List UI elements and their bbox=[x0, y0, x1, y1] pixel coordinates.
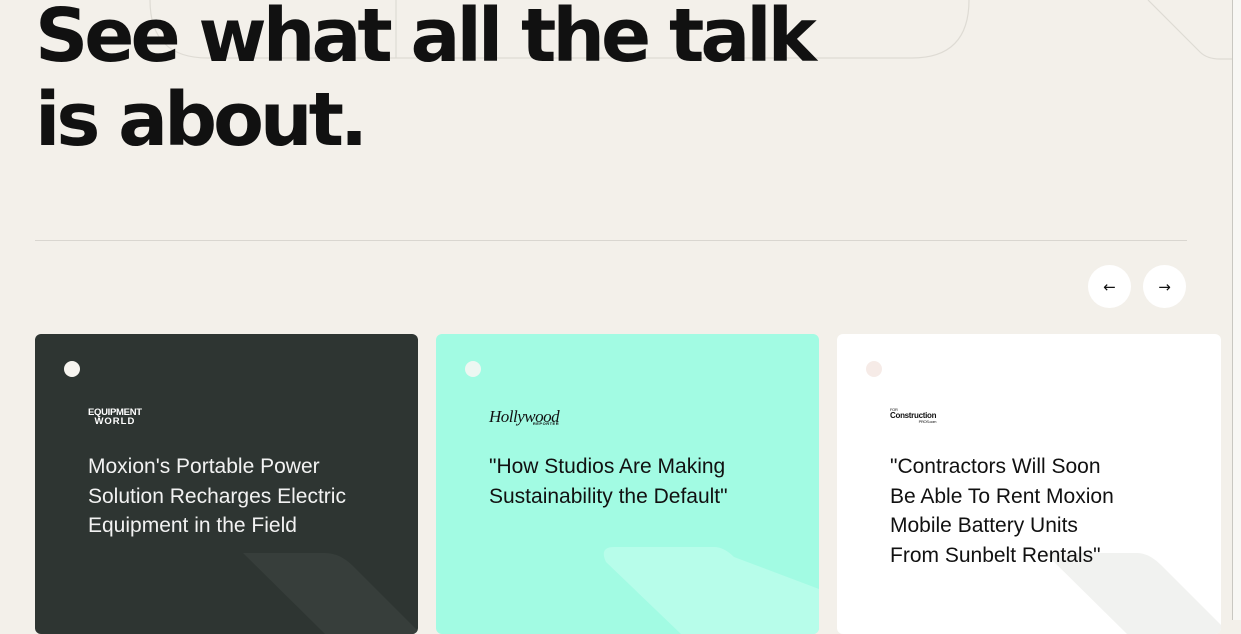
section-divider bbox=[35, 240, 1187, 241]
equipment-world-logo: EQUIPMENT WORLD bbox=[88, 407, 142, 427]
carousel-prev-button[interactable]: ← bbox=[1088, 265, 1131, 308]
arrow-right-icon: → bbox=[1158, 277, 1171, 296]
section-heading: See what all the talk is about. bbox=[35, 0, 817, 163]
press-card-equipment-world[interactable]: EQUIPMENT WORLD Moxion's Portable Power … bbox=[35, 334, 418, 634]
hollywood-reporter-logo: Hollywood REPORTER bbox=[489, 407, 560, 426]
press-card-construction-pros[interactable]: FOR Construction PROS.com "Contractors W… bbox=[837, 334, 1221, 634]
card-title: "How Studios Are Making Sustainability t… bbox=[489, 455, 728, 508]
card-indicator-dot bbox=[866, 361, 882, 377]
card-indicator-dot bbox=[64, 361, 80, 377]
card-title: Moxion's Portable Power Solution Recharg… bbox=[88, 455, 346, 538]
carousel-next-button[interactable]: → bbox=[1143, 265, 1186, 308]
heading-line-2: is about. bbox=[35, 77, 368, 163]
press-card-hollywood-reporter[interactable]: Hollywood REPORTER "How Studios Are Maki… bbox=[436, 334, 819, 634]
arrow-left-icon: ← bbox=[1103, 277, 1116, 296]
heading-line-1: See what all the talk bbox=[35, 0, 817, 79]
card-indicator-dot bbox=[465, 361, 481, 377]
card-title: "Contractors Will Soon Be Able To Rent M… bbox=[890, 455, 1114, 568]
page-scrollbar[interactable] bbox=[1232, 0, 1241, 620]
construction-pros-logo: FOR Construction PROS.com bbox=[890, 407, 937, 424]
